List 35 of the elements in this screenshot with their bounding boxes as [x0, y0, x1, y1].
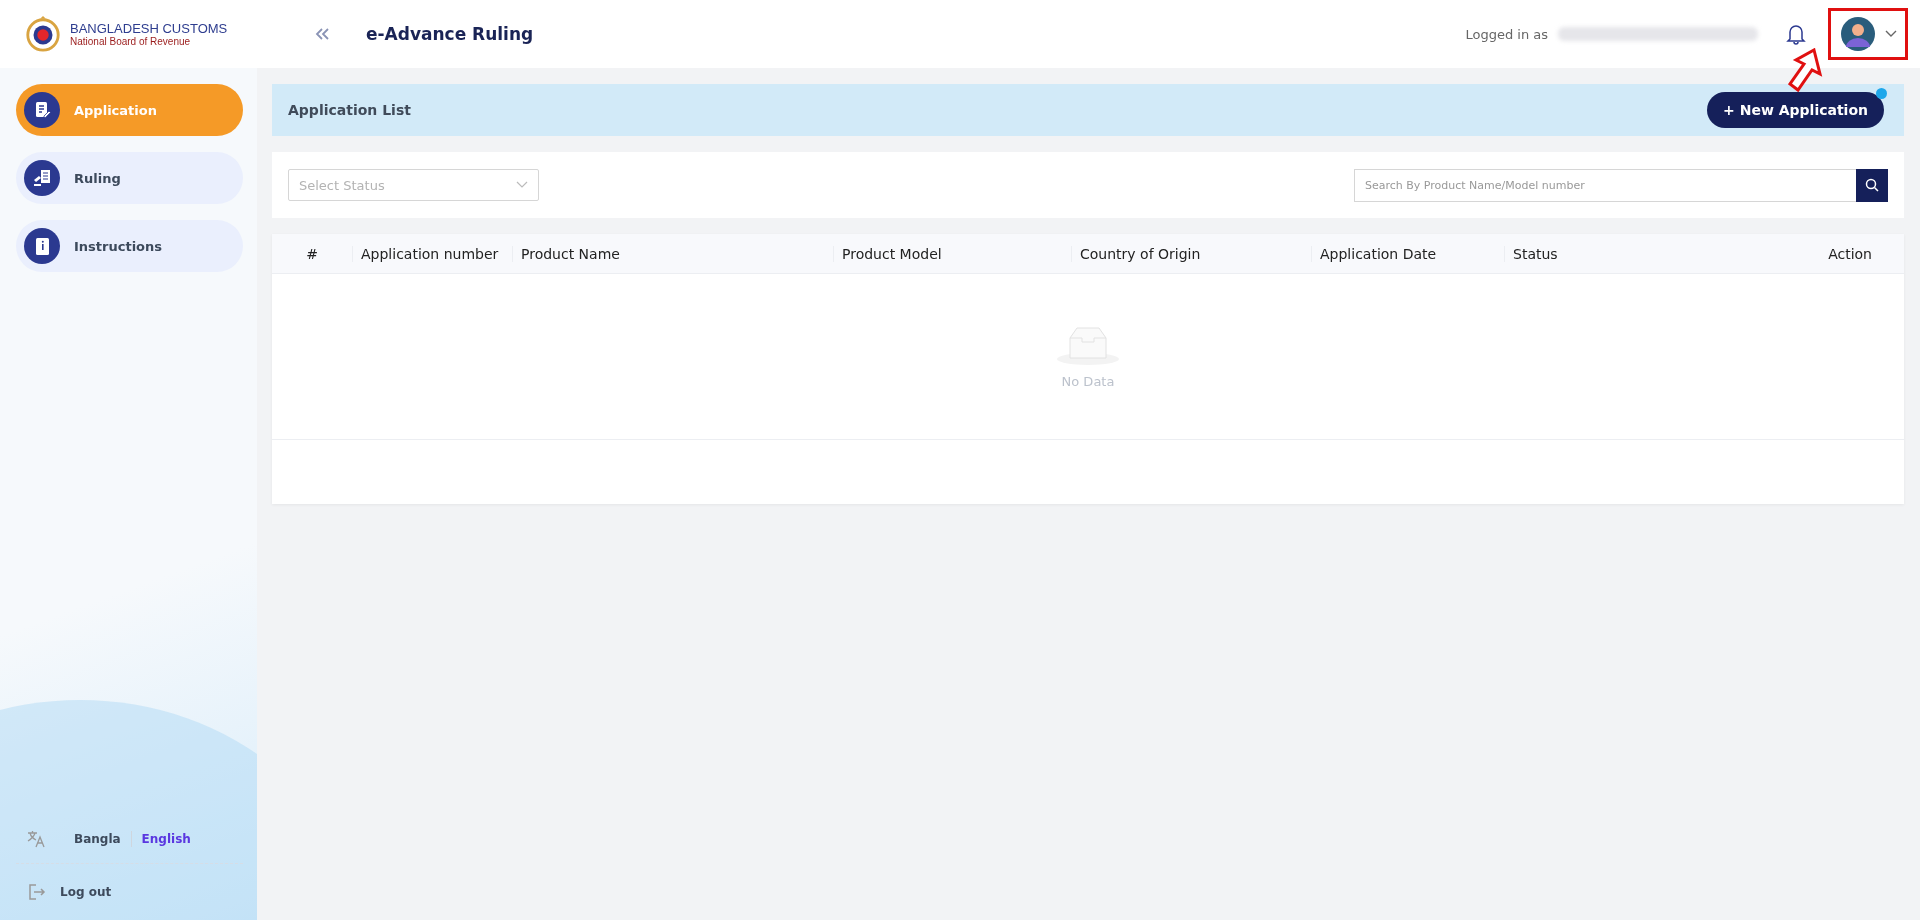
language-option[interactable]: English: [141, 832, 191, 846]
page-title: e-Advance Ruling: [366, 24, 534, 44]
nav-icon: [24, 160, 60, 196]
column-header: Application Date: [1311, 245, 1504, 262]
translate-icon: [26, 829, 46, 849]
customs-emblem-icon: [24, 15, 62, 53]
notification-dot: [1876, 88, 1887, 99]
language-option[interactable]: Bangla: [74, 832, 121, 846]
search-button[interactable]: [1856, 168, 1888, 202]
search-icon: [1865, 178, 1879, 192]
column-header: #: [305, 245, 319, 262]
column-header: Country of Origin: [1071, 245, 1311, 262]
search-field[interactable]: Search By Product Name/Model number: [1354, 168, 1856, 202]
empty-state-text: No Data: [1061, 374, 1115, 389]
sidebar-item[interactable]: Instructions: [16, 220, 243, 272]
nav-icon: [24, 228, 60, 264]
chevron-down-icon: [516, 181, 528, 189]
logout-icon: [26, 882, 46, 902]
column-header: Status: [1504, 245, 1664, 262]
logout-link[interactable]: Log out: [16, 864, 243, 902]
avatar-icon[interactable]: [1841, 17, 1875, 51]
brand-subtitle: National Board of Revenue: [70, 36, 192, 47]
section-title: Application List: [288, 102, 411, 118]
empty-inbox-icon: [1056, 324, 1120, 366]
nav-icon: [24, 92, 60, 128]
notification-bell-icon[interactable]: [1786, 23, 1806, 45]
sidebar-item[interactable]: Ruling: [16, 152, 243, 204]
column-header: Application number: [352, 245, 512, 262]
brand-name: BANGLADESH CUSTOMS: [70, 21, 228, 36]
logged-in-label: Logged in as: [1465, 26, 1548, 42]
column-header: Product Model: [833, 245, 1071, 262]
column-header: Action: [1827, 245, 1873, 262]
column-header: Product Name: [512, 245, 833, 262]
collapse-icon[interactable]: [314, 27, 330, 41]
chevron-down-icon[interactable]: [1885, 30, 1897, 38]
